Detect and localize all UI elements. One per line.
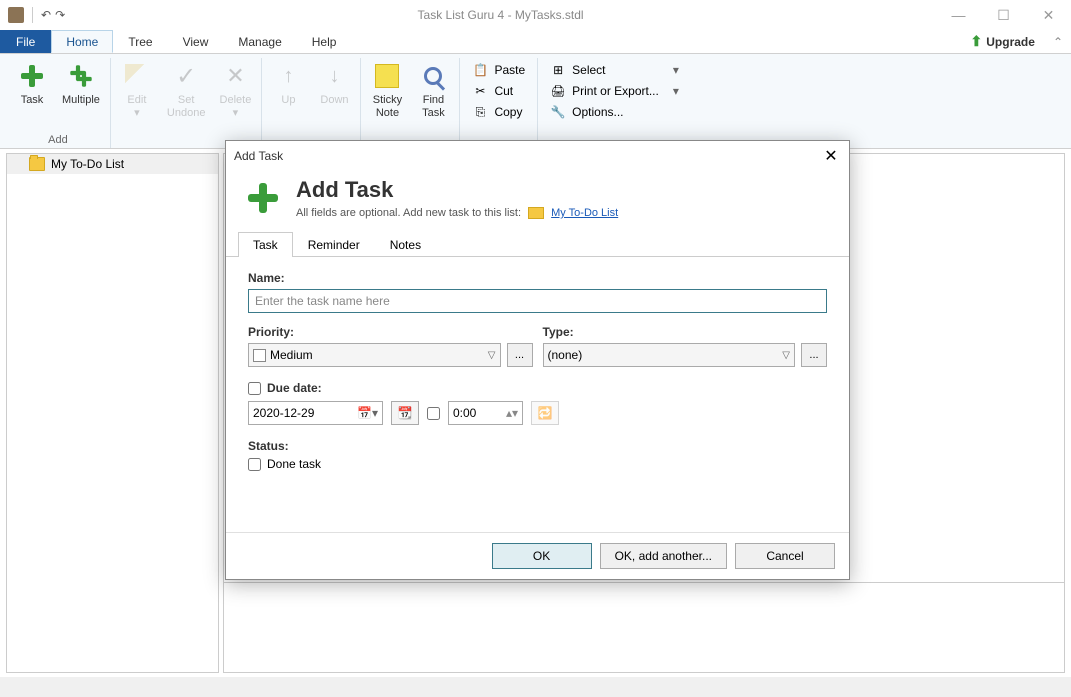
multiple-button[interactable]: Multiple — [56, 58, 106, 132]
upgrade-button[interactable]: ⬆ Upgrade — [961, 30, 1045, 53]
redo-icon[interactable]: ↷ — [55, 8, 65, 22]
file-menu[interactable]: File — [0, 30, 51, 53]
titlebar: ↶ ↷ Task List Guru 4 - MyTasks.stdl — ☐ … — [0, 0, 1071, 30]
minimize-button[interactable]: — — [936, 0, 981, 30]
check-icon: ✓ — [176, 62, 196, 91]
edit-button: Edit▾ — [115, 58, 159, 132]
note-icon — [375, 64, 399, 88]
options-button[interactable]: 🔧Options... — [546, 102, 683, 122]
up-button: ↑ Up — [266, 58, 310, 132]
select-button[interactable]: ⊞Select▾ — [546, 60, 683, 80]
arrow-up-icon: ↑ — [283, 65, 293, 88]
pencil-icon — [125, 64, 149, 88]
type-select[interactable]: (none) ▽ — [543, 343, 796, 367]
set-undone-button: ✓ Set Undone — [161, 58, 212, 132]
gear-icon: 🔧 — [550, 104, 566, 120]
cancel-button[interactable]: Cancel — [735, 543, 835, 569]
name-input[interactable] — [248, 289, 827, 313]
due-date-label: Due date: — [267, 381, 322, 395]
calendar-icon: 📅▾ — [357, 406, 378, 420]
tab-task[interactable]: Task — [238, 232, 293, 257]
dialog-close-button[interactable]: ✕ — [821, 146, 841, 166]
priority-label: Priority: — [248, 325, 533, 339]
sidebar: My To-Do List — [6, 153, 219, 673]
menu-manage[interactable]: Manage — [223, 30, 296, 53]
name-label: Name: — [248, 271, 827, 285]
menu-home[interactable]: Home — [51, 30, 113, 53]
recurrence-icon: 🔁 — [538, 406, 553, 420]
type-more-button[interactable]: ... — [801, 343, 827, 367]
down-button: ↓ Down — [312, 58, 356, 132]
clipboard-icon: 📋 — [472, 62, 488, 78]
statusbar — [0, 677, 1071, 697]
ok-button[interactable]: OK — [492, 543, 592, 569]
time-checkbox[interactable] — [427, 407, 440, 420]
close-button[interactable]: ✕ — [1026, 0, 1071, 30]
menu-view[interactable]: View — [168, 30, 224, 53]
recurrence-button: 🔁 — [531, 401, 559, 425]
tab-notes[interactable]: Notes — [375, 232, 436, 257]
find-task-button[interactable]: Find Task — [411, 58, 455, 132]
spinner-icon: ▴▾ — [506, 406, 518, 420]
tree-item-my-todo[interactable]: My To-Do List — [7, 154, 218, 174]
date-picker-button[interactable]: 📆 — [391, 401, 419, 425]
magnify-icon — [424, 67, 442, 85]
time-input[interactable]: 0:00 ▴▾ — [448, 401, 523, 425]
copy-button[interactable]: ⎘Copy — [468, 102, 529, 122]
task-button[interactable]: Task — [10, 58, 54, 132]
maximize-button[interactable]: ☐ — [981, 0, 1026, 30]
status-label: Status: — [248, 439, 827, 453]
window-title: Task List Guru 4 - MyTasks.stdl — [65, 8, 936, 22]
priority-select[interactable]: Medium ▽ — [248, 343, 501, 367]
calendar-star-icon: 📆 — [398, 406, 413, 420]
ribbon: Task Multiple Add Edit▾ ✓ Set Undone ✕ D… — [0, 54, 1071, 149]
menu-tree[interactable]: Tree — [113, 30, 167, 53]
priority-more-button[interactable]: ... — [507, 343, 533, 367]
type-label: Type: — [543, 325, 828, 339]
priority-checkbox[interactable] — [253, 349, 266, 362]
arrow-down-icon: ↓ — [329, 65, 339, 88]
plus-icon — [19, 63, 45, 89]
upgrade-icon: ⬆ — [971, 33, 983, 50]
chevron-down-icon: ▽ — [488, 350, 496, 361]
add-task-dialog: Add Task ✕ Add Task All fields are optio… — [225, 140, 850, 580]
ok-add-another-button[interactable]: OK, add another... — [600, 543, 727, 569]
undo-icon[interactable]: ↶ — [41, 8, 51, 22]
menu-help[interactable]: Help — [297, 30, 352, 53]
ribbon-collapse-icon[interactable]: ⌃ — [1045, 30, 1071, 53]
app-icon — [8, 7, 24, 23]
due-date-checkbox[interactable] — [248, 382, 261, 395]
cut-button[interactable]: ✂Cut — [468, 81, 529, 101]
paste-button[interactable]: 📋Paste — [468, 60, 529, 80]
copy-icon: ⎘ — [472, 104, 488, 120]
chevron-down-icon: ▽ — [782, 350, 790, 361]
scissors-icon: ✂ — [472, 83, 488, 99]
menubar: File Home Tree View Manage Help ⬆ Upgrad… — [0, 30, 1071, 54]
print-export-button[interactable]: 🖨Print or Export...▾ — [546, 81, 683, 101]
print-icon: 🖨 — [550, 83, 566, 99]
sticky-note-button[interactable]: Sticky Note — [365, 58, 409, 132]
add-group-label: Add — [48, 132, 68, 148]
delete-button: ✕ Delete▾ — [213, 58, 257, 132]
done-task-checkbox[interactable] — [248, 458, 261, 471]
dialog-icon — [242, 177, 284, 219]
dialog-heading: Add Task — [296, 177, 618, 203]
folder-icon — [528, 207, 544, 219]
folder-icon — [29, 157, 45, 171]
list-link[interactable]: My To-Do List — [551, 207, 618, 219]
dialog-tabs: Task Reminder Notes — [226, 231, 849, 257]
tab-reminder[interactable]: Reminder — [293, 232, 375, 257]
x-icon: ✕ — [226, 63, 244, 89]
due-date-input[interactable]: 2020-12-29 📅▾ — [248, 401, 383, 425]
dialog-title: Add Task — [234, 149, 821, 163]
select-icon: ⊞ — [550, 62, 566, 78]
